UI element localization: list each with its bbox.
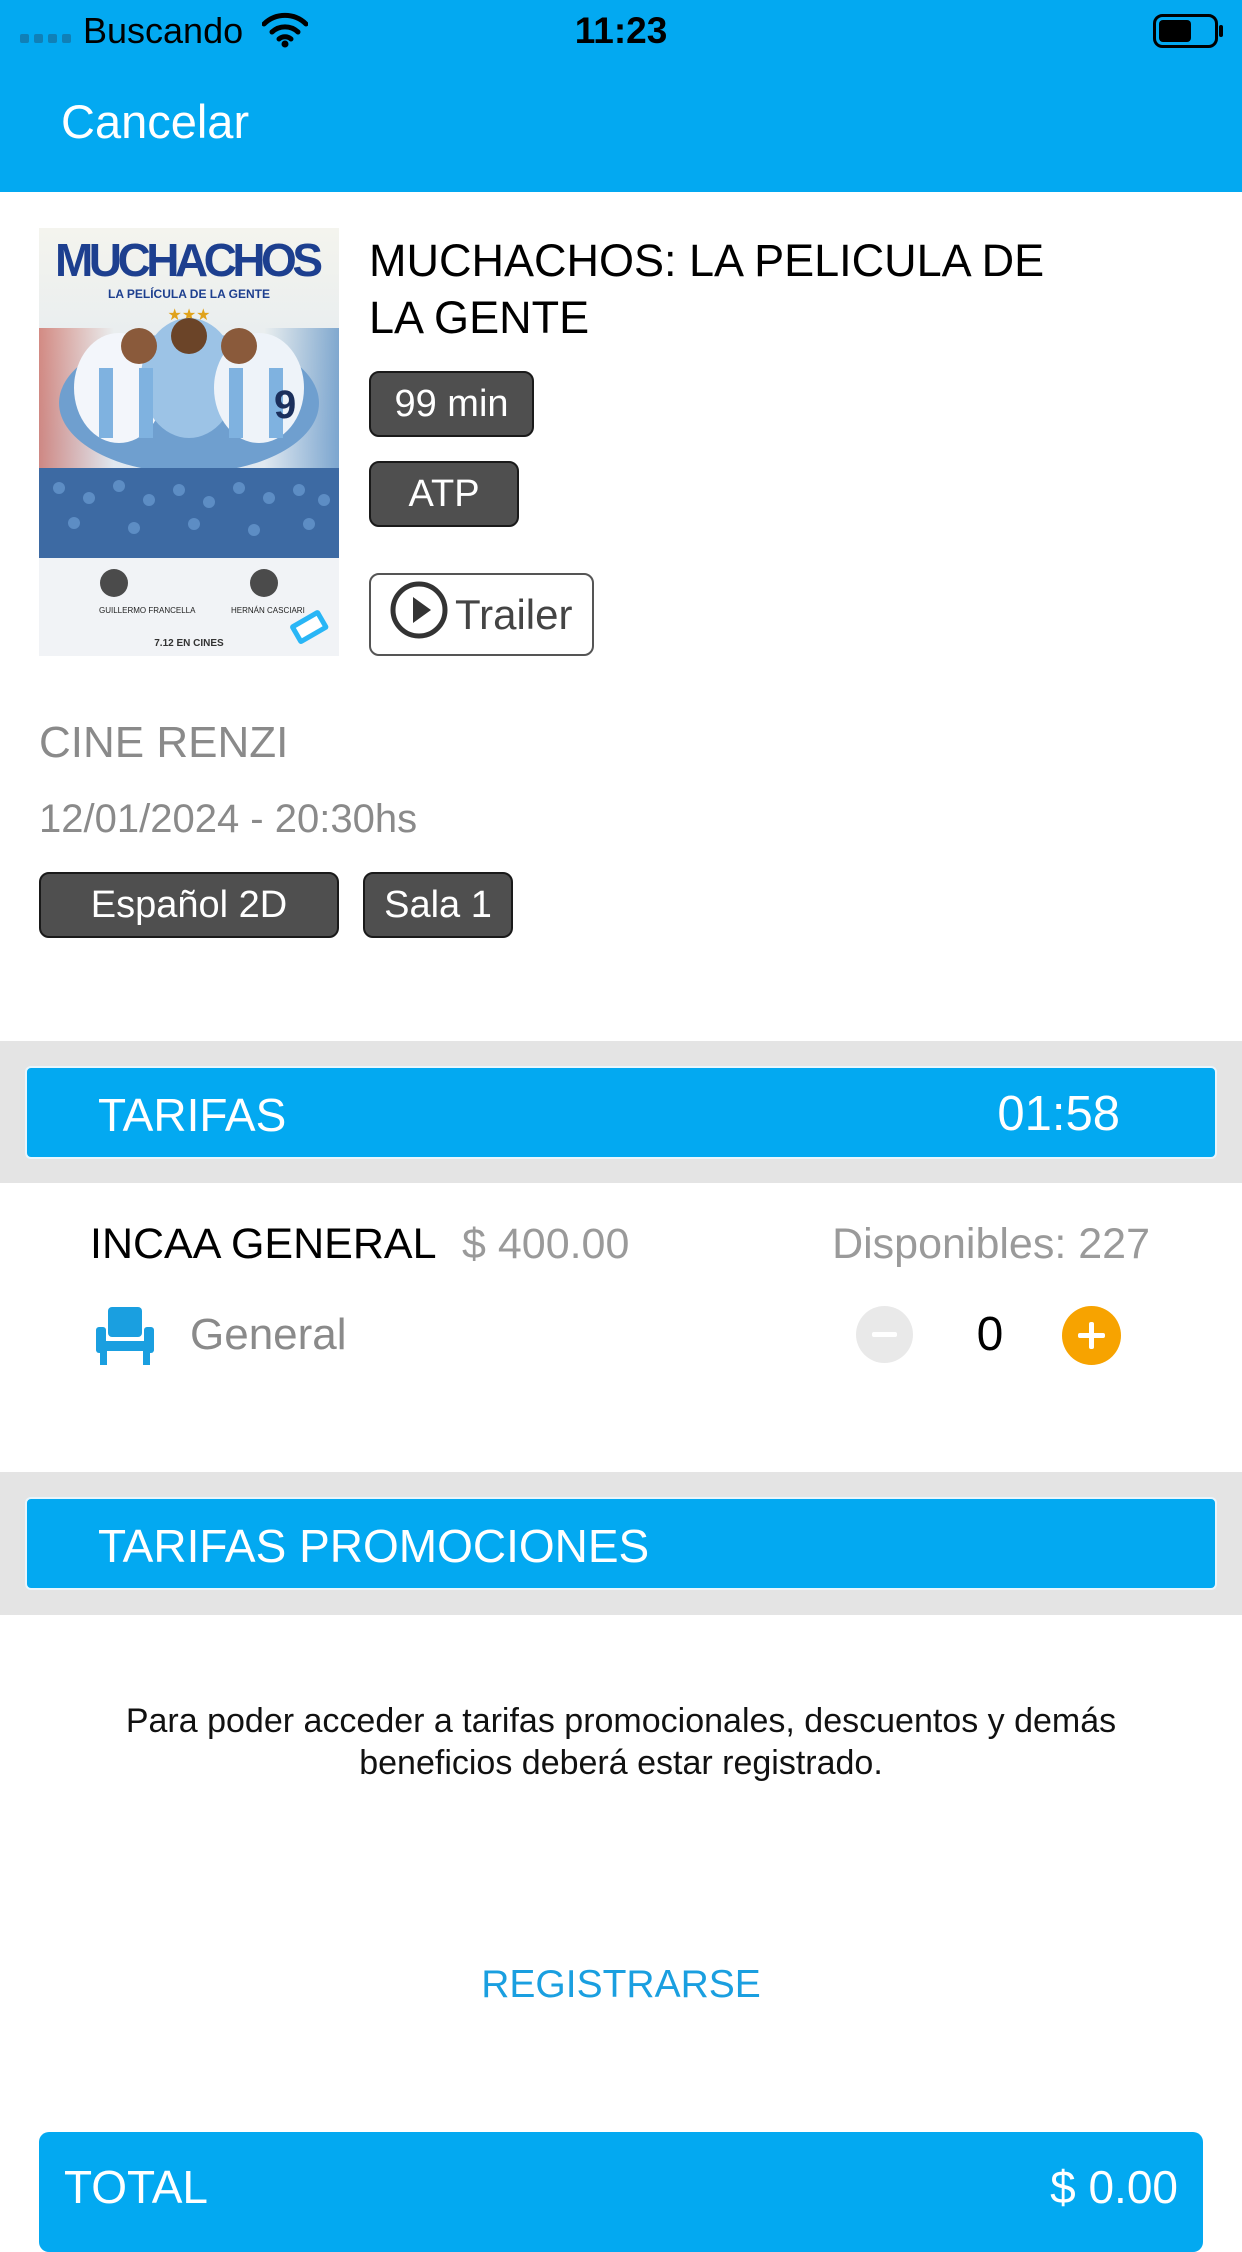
movie-poster: MUCHACHOS LA PELÍCULA DE LA GENTE ★★★ 9	[39, 228, 339, 656]
show-datetime: 12/01/2024 - 20:30hs	[39, 797, 418, 841]
cancel-button[interactable]: Cancelar	[61, 94, 249, 149]
promotions-header: TARIFAS PROMOCIONES	[25, 1497, 1217, 1590]
seat-icon	[94, 1305, 156, 1372]
poster-title: MUCHACHOS	[55, 234, 323, 286]
trailer-label: Trailer	[455, 590, 573, 638]
poster-credit-right: HERNÁN CASCIARI	[231, 606, 305, 615]
tariff-price: $ 400.00	[462, 1220, 630, 1268]
total-label: TOTAL	[64, 2161, 208, 2213]
total-value: $ 0.00	[1050, 2161, 1178, 2213]
format-badge: Español 2D	[39, 872, 339, 938]
tariffs-title: TARIFAS	[98, 1089, 287, 1141]
cinema-name: CINE RENZI	[39, 718, 289, 767]
room-badge: Sala 1	[363, 872, 513, 938]
increase-quantity-button[interactable]	[1062, 1306, 1121, 1365]
poster-credit-left: GUILLERMO FRANCELLA	[99, 606, 196, 615]
register-link[interactable]: REGISTRARSE	[0, 1963, 1242, 2007]
tariff-name: INCAA GENERAL	[90, 1220, 437, 1268]
poster-subtitle: LA PELÍCULA DE LA GENTE	[108, 286, 270, 301]
duration-badge: 99 min	[369, 371, 534, 437]
promotions-message: Para poder acceder a tarifas promocional…	[125, 1702, 1117, 1782]
play-icon	[389, 580, 449, 650]
poster-release: 7.12 EN CINES	[154, 638, 224, 649]
svg-text:9: 9	[274, 383, 296, 427]
movie-title: MUCHACHOS: LA PELICULA DE LA GENTE	[369, 235, 1045, 343]
status-time: 11:23	[574, 10, 668, 51]
tariffs-header: TARIFAS 01:58	[25, 1066, 1217, 1159]
tariff-availability: Disponibles: 227	[832, 1220, 1150, 1268]
decrease-quantity-button[interactable]	[856, 1306, 913, 1363]
promotions-title: TARIFAS PROMOCIONES	[98, 1520, 650, 1572]
seat-type-label: General	[190, 1310, 347, 1359]
battery-icon	[1153, 14, 1225, 53]
total-bar[interactable]: TOTAL $ 0.00	[39, 2132, 1203, 2252]
quantity-value: 0	[976, 1308, 1004, 1361]
trailer-button[interactable]: Trailer	[369, 573, 594, 656]
countdown-timer: 01:58	[997, 1087, 1120, 1141]
rating-badge: ATP	[369, 461, 519, 527]
